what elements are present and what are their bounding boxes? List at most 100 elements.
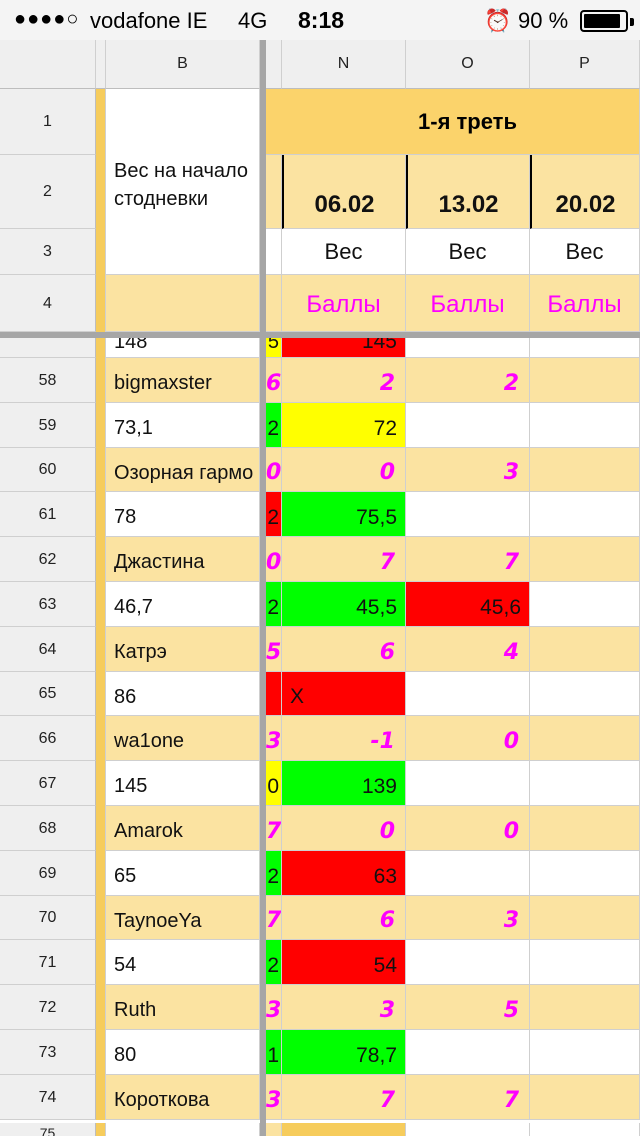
cell-b[interactable]: 80 — [106, 1030, 260, 1075]
column-header-p[interactable]: P — [530, 40, 640, 89]
cell-p[interactable] — [530, 896, 640, 940]
cell-m[interactable]: 7 — [266, 896, 282, 940]
cell-b[interactable]: TaynoeYa — [106, 896, 260, 940]
cell-p[interactable] — [530, 582, 640, 627]
weight-cell[interactable] — [406, 403, 530, 448]
points-cell[interactable]: 2 — [282, 358, 406, 403]
cell-o-partial-bottom[interactable] — [406, 1123, 530, 1136]
weight-cell[interactable]: 54 — [282, 940, 406, 985]
cell-m[interactable]: 5 — [266, 627, 282, 672]
row-header[interactable]: 61 — [0, 492, 96, 537]
cell-m3[interactable] — [266, 229, 282, 275]
cell-b[interactable]: 86 — [106, 672, 260, 716]
cell-b[interactable]: Amarok — [106, 806, 260, 851]
cell-b[interactable]: Озорная гармо — [106, 448, 260, 492]
points-cell[interactable]: 7 — [406, 1075, 530, 1120]
freeze-column-divider[interactable] — [260, 40, 266, 1136]
cell-n-partial-bottom[interactable] — [282, 1123, 406, 1136]
select-all-corner[interactable] — [0, 40, 96, 89]
cell-m2[interactable] — [266, 155, 282, 229]
weight-cell[interactable]: 75,5 — [282, 492, 406, 537]
cell-b[interactable]: 65 — [106, 851, 260, 896]
cell-m4[interactable] — [266, 275, 282, 332]
weight-cell[interactable]: 72 — [282, 403, 406, 448]
cell-m[interactable]: 3 — [266, 985, 282, 1030]
row-header-1[interactable]: 1 — [0, 89, 96, 155]
weight-cell[interactable] — [406, 761, 530, 806]
points-cell[interactable]: 7 — [282, 1075, 406, 1120]
weight-cell[interactable] — [406, 492, 530, 537]
cell-b[interactable]: 145 — [106, 761, 260, 806]
cell-m-partial[interactable]: 5 — [266, 338, 282, 358]
cell-p-partial[interactable] — [530, 338, 640, 358]
cell-b1-title[interactable]: Вес на начало стодневки — [106, 89, 260, 275]
weight-cell[interactable] — [406, 851, 530, 896]
weight-header[interactable]: Вес — [530, 229, 640, 275]
cell-p[interactable] — [530, 761, 640, 806]
cell-m[interactable]: 6 — [266, 358, 282, 403]
cell-p[interactable] — [530, 492, 640, 537]
third-period-title[interactable]: 1-я треть — [266, 89, 640, 155]
cell-m[interactable]: 1 — [266, 1030, 282, 1075]
weight-cell[interactable] — [406, 672, 530, 716]
row-header-partial-bottom[interactable]: 75 — [0, 1123, 96, 1136]
row-header[interactable]: 66 — [0, 716, 96, 761]
points-cell[interactable]: 2 — [406, 358, 530, 403]
points-cell[interactable]: 3 — [406, 448, 530, 492]
row-header[interactable]: 63 — [0, 582, 96, 627]
cell-m[interactable]: 0 — [266, 761, 282, 806]
points-header[interactable]: Баллы — [406, 275, 530, 332]
row-header[interactable]: 74 — [0, 1075, 96, 1120]
cell-m-partial-bottom[interactable] — [266, 1123, 282, 1136]
weight-header[interactable]: Вес — [406, 229, 530, 275]
cell-p[interactable] — [530, 940, 640, 985]
cell-m[interactable]: 2 — [266, 940, 282, 985]
weight-cell[interactable]: 45,6 — [406, 582, 530, 627]
cell-p[interactable] — [530, 985, 640, 1030]
cell-m[interactable]: 2 — [266, 582, 282, 627]
cell-b[interactable]: Джастина — [106, 537, 260, 582]
cell-p[interactable] — [530, 358, 640, 403]
points-cell[interactable]: 3 — [406, 896, 530, 940]
column-header-m[interactable] — [266, 40, 282, 89]
date-header[interactable]: 20.02 — [530, 155, 640, 229]
points-cell[interactable]: 7 — [282, 537, 406, 582]
sheet-body[interactable]: 148 5 145 58 bigmaxster 6 2 2 59 73,1 2 72 60 Озор… — [0, 338, 640, 1136]
row-header-2[interactable]: 2 — [0, 155, 96, 229]
points-cell[interactable]: 0 — [406, 716, 530, 761]
row-header[interactable]: 69 — [0, 851, 96, 896]
row-header[interactable]: 67 — [0, 761, 96, 806]
cell-b[interactable]: bigmaxster — [106, 358, 260, 403]
points-cell[interactable]: 6 — [282, 896, 406, 940]
cell-p-partial-bottom[interactable] — [530, 1123, 640, 1136]
points-cell[interactable]: 7 — [406, 537, 530, 582]
column-header-b[interactable]: B — [106, 40, 260, 89]
row-header[interactable]: 65 — [0, 672, 96, 716]
cell-n-partial[interactable]: 145 — [282, 338, 406, 358]
cell-b[interactable]: Ruth — [106, 985, 260, 1030]
cell-b[interactable]: wa1one — [106, 716, 260, 761]
row-header[interactable]: 73 — [0, 1030, 96, 1075]
row-header-4[interactable]: 4 — [0, 275, 96, 332]
cell-m[interactable]: 2 — [266, 851, 282, 896]
points-cell[interactable]: 4 — [406, 627, 530, 672]
points-header[interactable]: Баллы — [282, 275, 406, 332]
cell-m[interactable]: 3 — [266, 716, 282, 761]
weight-cell[interactable] — [406, 940, 530, 985]
cell-p[interactable] — [530, 1075, 640, 1120]
cell-p[interactable] — [530, 672, 640, 716]
cell-p[interactable] — [530, 537, 640, 582]
cell-o-partial[interactable] — [406, 338, 530, 358]
row-header[interactable]: 62 — [0, 537, 96, 582]
weight-cell[interactable]: 139 — [282, 761, 406, 806]
cell-m[interactable]: 0 — [266, 448, 282, 492]
cell-b[interactable]: 54 — [106, 940, 260, 985]
cell-b4[interactable] — [106, 275, 260, 332]
cell-b-partial[interactable]: 148 — [106, 338, 260, 358]
date-header[interactable]: 13.02 — [406, 155, 530, 229]
weight-header[interactable]: Вес — [282, 229, 406, 275]
row-header[interactable]: 64 — [0, 627, 96, 672]
cell-m[interactable]: 3 — [266, 1075, 282, 1120]
points-cell[interactable]: 6 — [282, 627, 406, 672]
cell-m[interactable]: 2 — [266, 492, 282, 537]
